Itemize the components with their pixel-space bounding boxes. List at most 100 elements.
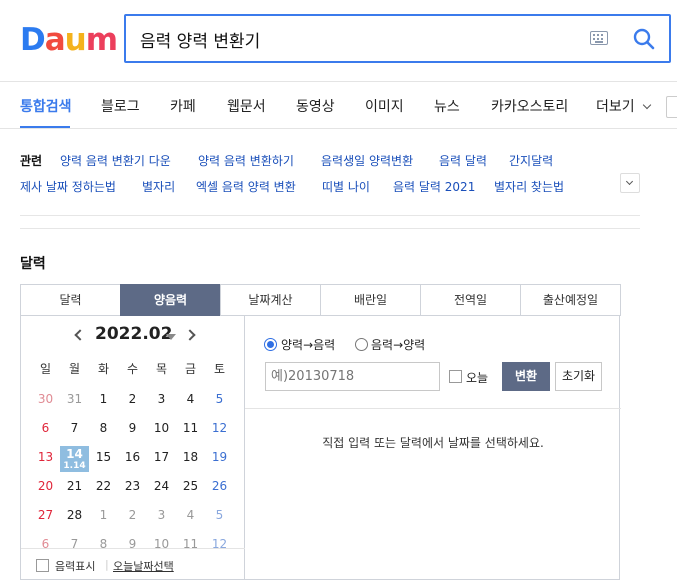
calendar-day[interactable]: 28 — [60, 504, 89, 530]
related-link[interactable]: 음력 달력 2021 — [393, 178, 475, 195]
calendar-day[interactable]: 9 — [118, 417, 147, 443]
calendar-day[interactable]: 15 — [89, 446, 118, 472]
mini-calendar: 2022.02 일월화수목금토 30 31 1 2 3 4 5 6 7 8 9 10 11 12 13 14 1… — [21, 316, 245, 580]
calendar-day[interactable]: 20 — [31, 475, 60, 501]
weekday-label: 화 — [97, 362, 110, 376]
tab-more[interactable]: 더보기 — [596, 96, 651, 116]
calendar-day[interactable]: 2 — [118, 504, 147, 530]
tab-due-date[interactable]: 출산예정일 — [520, 284, 621, 316]
weekday-label: 월 — [68, 362, 81, 376]
weekday-label: 수 — [126, 362, 139, 376]
calendar-day[interactable]: 18 — [176, 446, 205, 472]
calendar-day[interactable]: 22 — [89, 475, 118, 501]
lunar-display-checkbox[interactable] — [36, 559, 49, 572]
tab-blog[interactable]: 블로그 — [101, 96, 140, 116]
calendar-day[interactable]: 21 — [60, 475, 89, 501]
chevron-right-icon[interactable] — [184, 329, 196, 341]
calendar-day[interactable]: 30 — [31, 388, 60, 414]
calendar-day[interactable]: 6 — [31, 417, 60, 443]
calendar-day[interactable]: 25 — [176, 475, 205, 501]
logo-letter: a — [44, 22, 66, 58]
convert-button[interactable]: 변환 — [502, 362, 550, 391]
tab-discharge[interactable]: 전역일 — [420, 284, 520, 316]
related-link[interactable]: 음력 달력 — [439, 152, 487, 169]
calendar-day-selected[interactable]: 14 1.14 — [60, 446, 89, 472]
reset-button[interactable]: 초기화 — [555, 362, 602, 391]
tab-solar-lunar[interactable]: 양음력 — [120, 284, 220, 316]
daum-logo[interactable]: Daum — [20, 22, 118, 58]
tab-web[interactable]: 웹문서 — [227, 96, 266, 116]
related-link[interactable]: 엑셀 음력 양력 변환 — [196, 178, 296, 195]
keyboard-icon[interactable] — [590, 31, 608, 45]
tab-video[interactable]: 동영상 — [296, 96, 335, 116]
tab-kakaostory[interactable]: 카카오스토리 — [491, 96, 568, 116]
related-link[interactable]: 음력생일 양력변환 — [321, 152, 413, 169]
calendar-day[interactable]: 27 — [31, 504, 60, 530]
caret-down-icon[interactable] — [166, 334, 176, 340]
related-link[interactable]: 별자리 — [142, 178, 175, 195]
calendar-day[interactable]: 1 — [89, 504, 118, 530]
calendar-day[interactable]: 2 — [118, 388, 147, 414]
calendar-day[interactable]: 13 — [31, 446, 60, 472]
calendar-day[interactable]: 8 — [89, 417, 118, 443]
related-link[interactable]: 양력 음력 변환하기 — [198, 152, 294, 169]
calendar-day[interactable]: 3 — [147, 504, 176, 530]
tab-cafe[interactable]: 카페 — [170, 96, 196, 116]
related-link[interactable]: 양력 음력 변환기 다운 — [60, 152, 171, 169]
calendar-day[interactable]: 1 — [89, 388, 118, 414]
calendar-day[interactable]: 11 — [176, 417, 205, 443]
weekday-label: 목 — [155, 362, 168, 376]
calendar-widget: 달력 양음력 날짜계산 배란일 전역일 출산예정일 2022.02 일 월 화 수 목 금… — [20, 284, 621, 580]
related-link[interactable]: 별자리 찾는법 — [494, 178, 564, 195]
calendar-day[interactable]: 7 — [60, 417, 89, 443]
today-checkbox[interactable] — [449, 370, 462, 383]
tab-news[interactable]: 뉴스 — [434, 96, 460, 116]
related-title: 관련 — [20, 154, 43, 168]
lunar-to-solar-label: 음력→양력 — [371, 338, 426, 352]
calendar-day[interactable]: 23 — [118, 475, 147, 501]
calendar-day[interactable]: 10 — [147, 417, 176, 443]
search-icon[interactable] — [633, 28, 655, 50]
calendar-day[interactable]: 31 — [60, 388, 89, 414]
calendar-day[interactable]: 16 — [118, 446, 147, 472]
calendar-day[interactable]: 3 — [147, 388, 176, 414]
search-input[interactable] — [140, 26, 560, 52]
calendar-day[interactable]: 4 — [176, 388, 205, 414]
calendar-day[interactable]: 5 — [205, 504, 234, 530]
calendar-footer: 음력표시 | 오늘날짜선택 — [21, 548, 245, 580]
related-link[interactable]: 띠별 나이 — [322, 178, 370, 195]
more-label: 더보기 — [596, 99, 635, 115]
tab-calendar[interactable]: 달력 — [21, 284, 120, 316]
calendar-day[interactable]: 19 — [205, 446, 234, 472]
calendar-day[interactable]: 26 — [205, 475, 234, 501]
side-button[interactable] — [666, 96, 677, 118]
calendar-day[interactable]: 5 — [205, 388, 234, 414]
calendar-day[interactable]: 24 — [147, 475, 176, 501]
calendar-day[interactable]: 4 — [176, 504, 205, 530]
day-number: 14 — [66, 447, 83, 461]
instruction-message: 직접 입력 또는 달력에서 날짜를 선택하세요. — [322, 436, 544, 450]
logo-letter: u — [64, 22, 87, 58]
date-input[interactable] — [265, 362, 440, 391]
lunar-to-solar-radio[interactable] — [355, 338, 368, 351]
logo-letter: D — [20, 22, 46, 58]
tab-ovulation[interactable]: 배란일 — [320, 284, 420, 316]
date-converter: 양력→음력 음력→양력 오늘 변환 초기화 직접 입력 또는 달력에서 날짜를 … — [245, 316, 621, 580]
calendar-day[interactable]: 12 — [205, 417, 234, 443]
solar-to-lunar-radio[interactable] — [264, 338, 277, 351]
tab-image[interactable]: 이미지 — [365, 96, 404, 116]
today-label: 오늘 — [466, 371, 489, 385]
search-box — [124, 14, 671, 63]
month-label[interactable]: 2022.02 — [95, 324, 172, 344]
related-link[interactable]: 제사 날짜 정하는법 — [20, 178, 116, 195]
tab-date-calc[interactable]: 날짜계산 — [220, 284, 320, 316]
related-expand-button[interactable] — [620, 173, 640, 193]
calendar-day[interactable]: 17 — [147, 446, 176, 472]
divider — [20, 228, 640, 229]
chevron-left-icon[interactable] — [74, 329, 86, 341]
search-tabs: 통합검색 블로그 카페 웹문서 동영상 이미지 뉴스 카카오스토리 더보기 — [0, 83, 677, 129]
active-tab-indicator — [20, 126, 70, 128]
related-link[interactable]: 간지달력 — [509, 152, 553, 169]
tab-all[interactable]: 통합검색 — [20, 96, 72, 116]
today-select-link[interactable]: 오늘날짜선택 — [113, 558, 174, 574]
